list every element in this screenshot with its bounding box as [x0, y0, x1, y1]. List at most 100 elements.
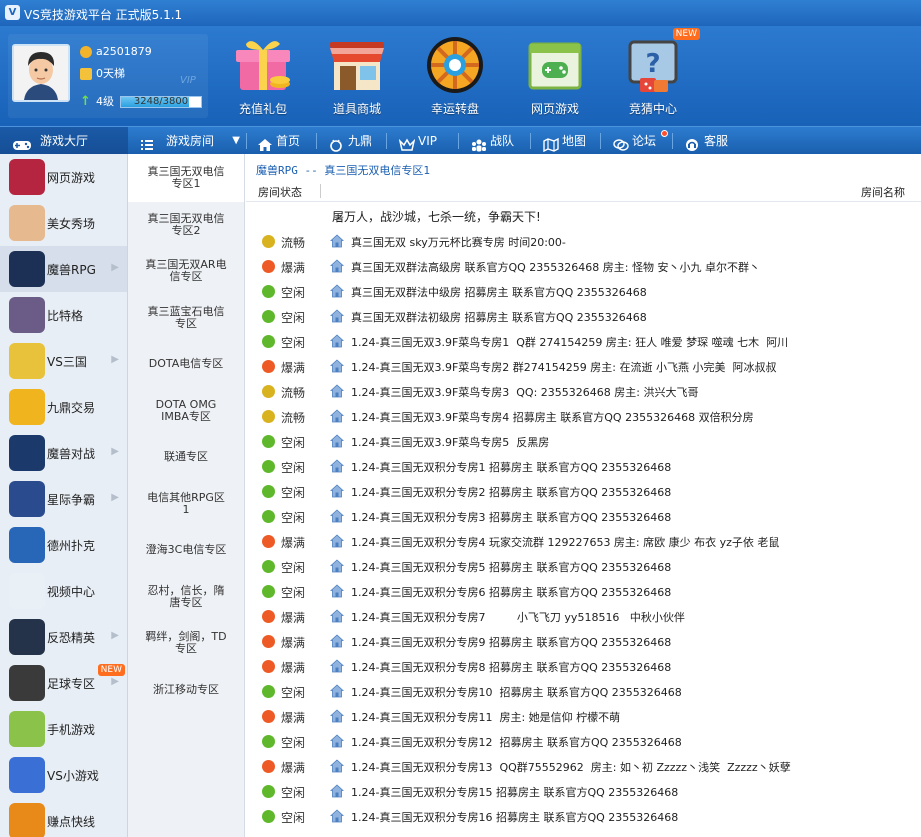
- room-name: 1.24-真三国无双积分专房7 小飞飞刀 yy518516 中秋小伙伴: [351, 611, 685, 624]
- zone-item[interactable]: 真三国无双AR电信专区: [128, 247, 244, 295]
- room-status: 空闲: [281, 586, 306, 600]
- user-panel: a2501879 0天梯 VIP ↑ 4级 3248/3800: [8, 34, 208, 118]
- nav-jiuding[interactable]: 九鼎: [326, 127, 372, 155]
- room-row[interactable]: 爆满 1.24-真三国无双积分专房9 招募房主 联系官方QQ 2355326468: [246, 629, 921, 654]
- sidebar-item[interactable]: 比特格: [0, 292, 127, 338]
- sidebar-item-label: 九鼎交易: [47, 401, 96, 415]
- sidebar-item-label: VS三国: [47, 355, 87, 369]
- room-row[interactable]: 空闲 1.24-真三国无双积分专房6 招募房主 联系官方QQ 2355326468: [246, 579, 921, 604]
- sidebar-item[interactable]: 赚点快线: [0, 798, 127, 837]
- room-row[interactable]: 爆满 1.24-真三国无双积分专房7 小飞飞刀 yy518516 中秋小伙伴: [246, 604, 921, 629]
- room-status: 空闲: [281, 461, 306, 475]
- sidebar-item[interactable]: 视频中心: [0, 568, 127, 614]
- sidebar-item[interactable]: 星际争霸 ▶: [0, 476, 127, 522]
- room-row[interactable]: 流畅 真三国无双 sky万元杯比赛专房 时间20:00-: [246, 229, 921, 254]
- item-shop-label: 道具商城: [332, 102, 381, 116]
- zone-item[interactable]: 羁绊，剑阁，TD专区: [128, 619, 244, 667]
- room-row[interactable]: 空闲 1.24-真三国无双积分专房10 招募房主 联系官方QQ 235532646…: [246, 679, 921, 704]
- lucky-wheel-button[interactable]: 幸运转盘: [410, 34, 500, 124]
- room-row[interactable]: 空闲 1.24-真三国无双3.9F菜鸟专房5 反黑房: [246, 429, 921, 454]
- room-name: 1.24-真三国无双3.9F菜鸟专房1 Q群 274154259 房主: 狂人 …: [351, 336, 789, 349]
- betting-center-button[interactable]: ? 竞猜中心 NEW: [608, 28, 700, 124]
- sidebar-item-label: 魔兽对战: [47, 447, 96, 461]
- mobile-games-icon: [9, 711, 45, 747]
- room-house-icon: [329, 284, 345, 298]
- room-row[interactable]: 空闲 1.24-真三国无双积分专房2 招募房主 联系官方QQ 2355326468: [246, 479, 921, 504]
- col-status-header[interactable]: 房间状态: [258, 184, 302, 200]
- zone-item[interactable]: 忍村，信长，隋唐专区: [128, 573, 244, 621]
- room-row[interactable]: 空闲 1.24-真三国无双积分专房16 招募房主 联系官方QQ 235532646…: [246, 804, 921, 829]
- room-row[interactable]: 空闲 1.24-真三国无双积分专房3 招募房主 联系官方QQ 2355326468: [246, 504, 921, 529]
- zone-item[interactable]: 联通专区: [128, 433, 244, 481]
- room-house-icon: [329, 709, 345, 723]
- room-row[interactable]: 爆满 1.24-真三国无双3.9F菜鸟专房2 群274154259 房主: 在流逝…: [246, 354, 921, 379]
- football-icon: [9, 665, 45, 701]
- sidebar-item[interactable]: 手机游戏: [0, 706, 127, 752]
- room-row[interactable]: 空闲 1.24-真三国无双积分专房12 招募房主 联系官方QQ 235532646…: [246, 729, 921, 754]
- room-name: 1.24-真三国无双积分专房16 招募房主 联系官方QQ 2355326468: [351, 811, 679, 824]
- zone-item[interactable]: DOTA电信专区: [128, 340, 244, 388]
- room-house-icon: [329, 659, 345, 673]
- room-row[interactable]: 空闲 1.24-真三国无双积分专房15 招募房主 联系官方QQ 235532646…: [246, 779, 921, 804]
- nav-map[interactable]: 地图: [540, 127, 586, 155]
- nav-team-label: 战队: [490, 134, 515, 148]
- beauty-show-icon: [9, 205, 45, 241]
- room-row[interactable]: 空闲 真三国无双群法中级房 招募房主 联系官方QQ 2355326468: [246, 279, 921, 304]
- room-row[interactable]: 爆满 1.24-真三国无双积分专房4 玩家交流群 129227653 房主: 席欧…: [246, 529, 921, 554]
- recharge-gift-button[interactable]: 充值礼包: [218, 34, 308, 124]
- zone-item[interactable]: 澄海3C电信专区: [128, 526, 244, 574]
- web-games-button[interactable]: 网页游戏: [510, 34, 600, 124]
- room-row[interactable]: 爆满 真三国无双群法高级房 联系官方QQ 2355326468 房主: 怪物 安丶…: [246, 254, 921, 279]
- room-status: 空闲: [281, 336, 306, 350]
- nav-divider: [458, 133, 459, 149]
- notification-dot: [661, 130, 669, 137]
- exp-progress-bar: 3248/3800: [120, 96, 202, 108]
- room-row[interactable]: 爆满 1.24-真三国无双积分专房8 招募房主 联系官方QQ 2355326468: [246, 654, 921, 679]
- zone-item[interactable]: 浙江移动专区: [128, 666, 244, 714]
- sidebar-item[interactable]: 美女秀场: [0, 200, 127, 246]
- zone-item[interactable]: 真三蓝宝石电信专区: [128, 294, 244, 342]
- nav-support[interactable]: 客服: [682, 127, 728, 155]
- sidebar-item[interactable]: 九鼎交易: [0, 384, 127, 430]
- status-indicator-icon: [262, 635, 275, 648]
- sidebar-item[interactable]: 足球专区 ▶ NEW: [0, 660, 127, 706]
- sidebar-item[interactable]: 魔兽RPG ▶: [0, 246, 127, 292]
- sidebar-item[interactable]: VS小游戏: [0, 752, 127, 798]
- zone-item[interactable]: DOTA OMG IMBA专区: [128, 387, 244, 435]
- nav-home[interactable]: 首页: [254, 127, 300, 155]
- room-row[interactable]: 流畅 1.24-真三国无双3.9F菜鸟专房4 招募房主 联系官方QQ 235532…: [246, 404, 921, 429]
- crown-icon: [398, 134, 416, 151]
- zone-item[interactable]: 电信其他RPG区1: [128, 480, 244, 528]
- tab-game-room[interactable]: 游戏房间 ▼: [130, 127, 244, 155]
- room-status: 爆满: [281, 711, 306, 725]
- avatar[interactable]: [12, 44, 70, 102]
- nav-team[interactable]: 战队: [468, 127, 514, 155]
- sidebar-item[interactable]: 反恐精英 ▶: [0, 614, 127, 660]
- room-row[interactable]: 空闲 1.24-真三国无双积分专房1 招募房主 联系官方QQ 2355326468: [246, 454, 921, 479]
- item-shop-button[interactable]: 道具商城: [312, 34, 402, 124]
- room-house-icon: [329, 334, 345, 348]
- room-row[interactable]: 空闲 真三国无双群法初级房 招募房主 联系官方QQ 2355326468: [246, 304, 921, 329]
- zone-item[interactable]: 真三国无双电信专区1: [128, 154, 244, 202]
- status-indicator-icon: [262, 560, 275, 573]
- col-name-header[interactable]: 房间名称: [861, 184, 905, 200]
- room-row[interactable]: 流畅 1.24-真三国无双3.9F菜鸟专房3 QQ: 2355326468 房主:…: [246, 379, 921, 404]
- room-status: 爆满: [281, 761, 306, 775]
- headset-icon: [685, 134, 699, 151]
- nav-vip[interactable]: VIP: [396, 127, 437, 155]
- room-house-icon: [329, 584, 345, 598]
- sidebar-item[interactable]: VS三国 ▶: [0, 338, 127, 384]
- room-row[interactable]: 爆满 1.24-真三国无双积分专房13 QQ群75552962 房主: 如丶初 Z…: [246, 754, 921, 779]
- sidebar-item[interactable]: 网页游戏: [0, 154, 127, 200]
- room-row[interactable]: 空闲 1.24-真三国无双积分专房5 招募房主 联系官方QQ 2355326468: [246, 554, 921, 579]
- room-row[interactable]: 空闲 1.24-真三国无双3.9F菜鸟专房1 Q群 274154259 房主: 狂…: [246, 329, 921, 354]
- sidebar-item[interactable]: 德州扑克: [0, 522, 127, 568]
- zone-item[interactable]: 真三国无双电信专区2: [128, 201, 244, 249]
- video-center-icon: [9, 573, 45, 609]
- tab-game-hall[interactable]: 游戏大厅: [0, 127, 128, 155]
- nav-forum[interactable]: 论坛: [610, 127, 669, 155]
- room-row[interactable]: 爆满 1.24-真三国无双积分专房11 房主: 她是信仰 柠檬不萌: [246, 704, 921, 729]
- new-badge: NEW: [97, 664, 125, 676]
- sidebar-item[interactable]: 魔兽对战 ▶: [0, 430, 127, 476]
- status-indicator-icon: [262, 585, 275, 598]
